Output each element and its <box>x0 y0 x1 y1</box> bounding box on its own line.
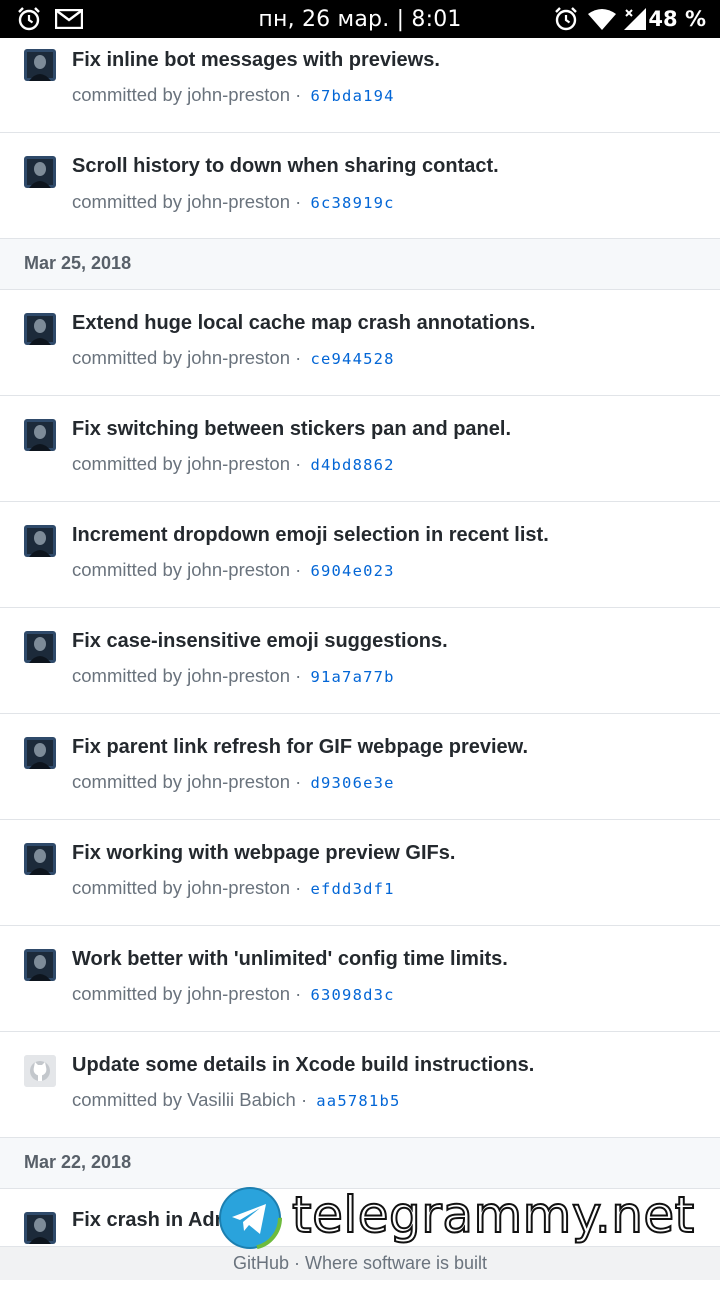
commit-title[interactable]: Work better with 'unlimited' config time… <box>72 948 508 971</box>
commit-row[interactable]: Increment dropdown emoji selection in re… <box>0 502 720 608</box>
commit-title[interactable]: Extend huge local cache map crash annota… <box>72 312 535 335</box>
commit-row[interactable]: Fix switching between stickers pan and p… <box>0 396 720 502</box>
avatar[interactable] <box>24 313 56 345</box>
commit-feed: Fix inline bot messages with previews. c… <box>0 38 720 1295</box>
commit-meta: committed by john-preston · ce944528 <box>72 347 395 369</box>
commit-meta: committed by john-preston · 63098d3c <box>72 983 395 1005</box>
battery-level: 48 % <box>648 7 706 31</box>
commit-row[interactable]: Update some details in Xcode build instr… <box>0 1032 720 1138</box>
commit-sha-link[interactable]: d9306e3e <box>310 774 394 792</box>
commit-row[interactable]: Fix case-insensitive emoji suggestions. … <box>0 608 720 714</box>
date-label: Mar 25, 2018 <box>24 253 132 273</box>
commit-title[interactable]: Update some details in Xcode build instr… <box>72 1054 534 1077</box>
commit-title[interactable]: Fix inline bot messages with previews. <box>72 49 440 72</box>
commit-sha-link[interactable]: 67bda194 <box>310 87 394 105</box>
commit-author[interactable]: committed by john-preston · <box>72 191 301 212</box>
date-label: Mar 22, 2018 <box>24 1152 132 1172</box>
commit-title[interactable]: Fix switching between stickers pan and p… <box>72 418 511 441</box>
avatar[interactable] <box>24 156 56 188</box>
commit-title[interactable]: Increment dropdown emoji selection in re… <box>72 524 549 547</box>
avatar[interactable] <box>24 737 56 769</box>
github-octocat-icon <box>24 1055 56 1087</box>
avatar[interactable] <box>24 631 56 663</box>
commit-sha-link[interactable]: aa5781b5 <box>316 1092 400 1110</box>
date-header: Mar 22, 2018 <box>0 1138 720 1189</box>
commit-meta: committed by Vasilii Babich · aa5781b5 <box>72 1089 401 1111</box>
commit-author[interactable]: committed by john-preston · <box>72 983 301 1004</box>
github-footer: GitHub · Where software is built <box>0 1246 720 1280</box>
commit-author[interactable]: committed by john-preston · <box>72 771 301 792</box>
commit-sha-link[interactable]: efdd3df1 <box>310 880 394 898</box>
commit-sha-link[interactable]: 91a7a77b <box>310 668 394 686</box>
commit-author[interactable]: committed by john-preston · <box>72 665 301 686</box>
commit-sha-link[interactable]: 6c38919c <box>310 194 394 212</box>
avatar[interactable] <box>24 49 56 81</box>
commit-sha-link[interactable]: 6904e023 <box>310 562 394 580</box>
commit-group: Extend huge local cache map crash annota… <box>0 290 720 1138</box>
commit-row[interactable]: Extend huge local cache map crash annota… <box>0 290 720 396</box>
commit-author[interactable]: committed by john-preston · <box>72 877 301 898</box>
commit-title[interactable]: Fix working with webpage preview GIFs. <box>72 842 455 865</box>
commit-row[interactable]: Fix inline bot messages with previews. c… <box>0 38 720 133</box>
avatar[interactable] <box>24 1055 56 1087</box>
commit-author[interactable]: committed by Vasilii Babich · <box>72 1089 307 1110</box>
commit-sha-link[interactable]: ce944528 <box>310 350 394 368</box>
commit-row[interactable]: Work better with 'unlimited' config time… <box>0 926 720 1032</box>
commit-meta: committed by john-preston · d9306e3e <box>72 771 395 793</box>
avatar[interactable] <box>24 843 56 875</box>
avatar[interactable] <box>24 419 56 451</box>
commit-sha-link[interactable]: d4bd8862 <box>310 456 394 474</box>
wifi-icon <box>588 8 616 34</box>
avatar[interactable] <box>24 525 56 557</box>
commit-meta: committed by john-preston · d4bd8862 <box>72 453 395 475</box>
commit-author[interactable]: committed by john-preston · <box>72 84 301 105</box>
commit-author[interactable]: committed by john-preston · <box>72 347 301 368</box>
commit-author[interactable]: committed by john-preston · <box>72 559 301 580</box>
avatar[interactable] <box>24 1212 56 1244</box>
commit-row[interactable]: Scroll history to down when sharing cont… <box>0 133 720 239</box>
commit-row[interactable]: Fix working with webpage preview GIFs. c… <box>0 820 720 926</box>
commit-sha-link[interactable]: 63098d3c <box>310 986 394 1004</box>
commit-meta: committed by john-preston · 91a7a77b <box>72 665 395 687</box>
commit-title[interactable]: Fix parent link refresh for GIF webpage … <box>72 736 528 759</box>
commit-meta: committed by john-preston · 67bda194 <box>72 84 395 106</box>
commit-row[interactable]: Fix parent link refresh for GIF webpage … <box>0 714 720 820</box>
cellular-icon <box>624 8 648 34</box>
commit-author[interactable]: committed by john-preston · <box>72 453 301 474</box>
commit-meta: committed by john-preston · efdd3df1 <box>72 877 395 899</box>
commit-meta: committed by john-preston · 6c38919c <box>72 191 395 213</box>
commit-title[interactable]: Fix case-insensitive emoji suggestions. <box>72 630 448 653</box>
commit-meta: committed by john-preston · 6904e023 <box>72 559 395 581</box>
date-header: Mar 25, 2018 <box>0 239 720 290</box>
avatar[interactable] <box>24 949 56 981</box>
status-bar: пн, 26 мар. | 8:01 48 % <box>0 0 720 38</box>
alarm-icon <box>553 6 579 36</box>
commit-title[interactable]: Fix crash in Adm <box>72 1209 232 1232</box>
commit-title[interactable]: Scroll history to down when sharing cont… <box>72 155 499 178</box>
